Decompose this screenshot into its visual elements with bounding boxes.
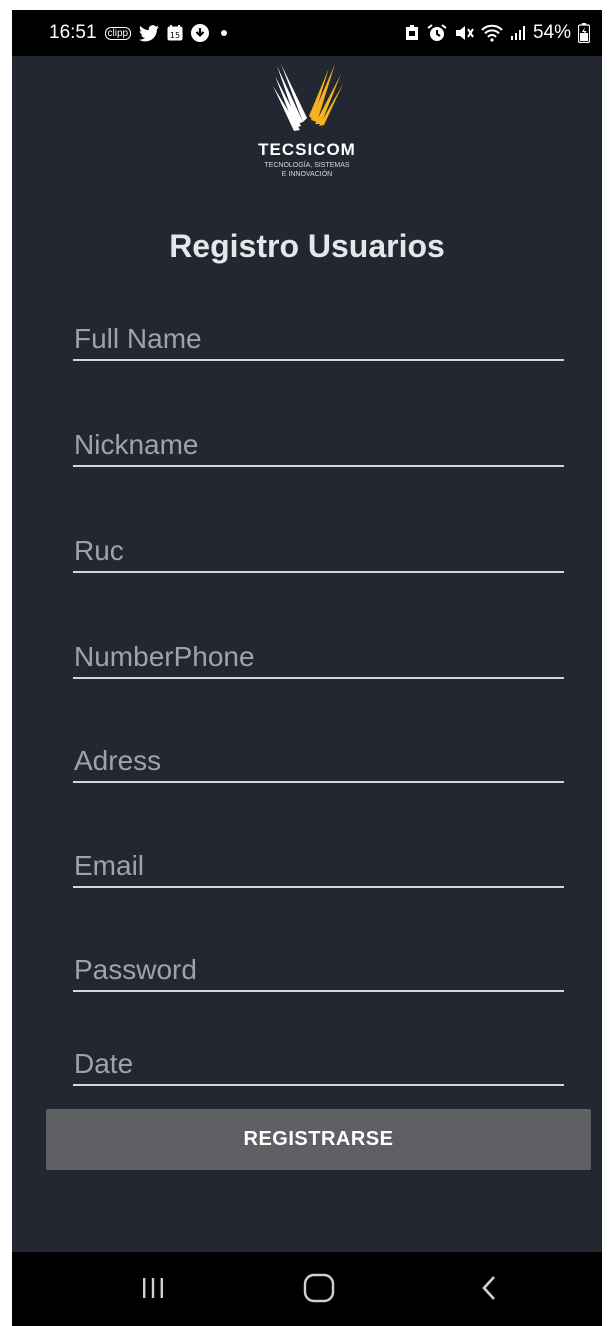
download-icon [191, 24, 210, 42]
tecsicom-logo: TECSICOM TECNOLOGÍA, SISTEMAS E INNOVACI… [12, 62, 602, 179]
clipp-icon: clipp [104, 26, 132, 40]
home-icon[interactable] [294, 1268, 344, 1308]
mute-icon [454, 24, 474, 42]
date-input[interactable] [74, 1048, 554, 1080]
register-button[interactable]: REGISTRARSE [46, 1109, 591, 1170]
email-input[interactable] [74, 850, 554, 882]
status-right: 54% [404, 10, 590, 56]
brand-tagline-line2: E INNOVACIÓN [281, 171, 333, 178]
twitter-icon [139, 24, 160, 42]
system-nav-bar [12, 1252, 602, 1326]
registration-screen: TECSICOM TECNOLOGÍA, SISTEMAS E INNOVACI… [12, 56, 602, 1252]
calendar-icon: 15 [167, 25, 183, 41]
dot-icon [217, 26, 231, 40]
phone-screen: 16:51 clipp 15 54% TECSICOM TECNOLOGÍA, … [12, 10, 602, 1326]
full-name-field [73, 307, 564, 361]
password-field [73, 938, 564, 992]
brand-name: TECSICOM [258, 140, 356, 159]
email-field [73, 834, 564, 888]
clock: 16:51 [49, 22, 97, 43]
page-title: Registro Usuarios [169, 228, 445, 264]
signal-icon [510, 25, 526, 41]
ruc-input[interactable] [74, 535, 554, 567]
svg-text:15: 15 [170, 31, 180, 40]
back-icon[interactable] [464, 1268, 514, 1308]
password-input[interactable] [74, 954, 554, 986]
status-left: 16:51 clipp 15 [49, 10, 231, 56]
alarm-icon [427, 24, 447, 42]
eagle-wings-icon [273, 64, 343, 131]
wifi-icon [481, 24, 503, 42]
ruc-field [73, 519, 564, 573]
date-field [73, 1032, 564, 1086]
address-input[interactable] [74, 745, 554, 777]
phone-number-input[interactable] [74, 641, 554, 673]
status-bar: 16:51 clipp 15 54% [12, 10, 602, 56]
battery-percent: 54% [532, 22, 571, 43]
full-name-input[interactable] [74, 323, 554, 355]
recent-apps-icon[interactable] [128, 1268, 178, 1308]
nickname-input[interactable] [74, 429, 554, 461]
phone-number-field [73, 625, 564, 679]
battery-icon [578, 23, 590, 43]
brand-tagline-line1: TECNOLOGÍA, SISTEMAS [264, 162, 350, 169]
address-field [73, 729, 564, 783]
brand-tagline: TECNOLOGÍA, SISTEMAS E INNOVACIÓN [264, 161, 349, 179]
nickname-field [73, 413, 564, 467]
screenshot-icon [404, 24, 420, 42]
